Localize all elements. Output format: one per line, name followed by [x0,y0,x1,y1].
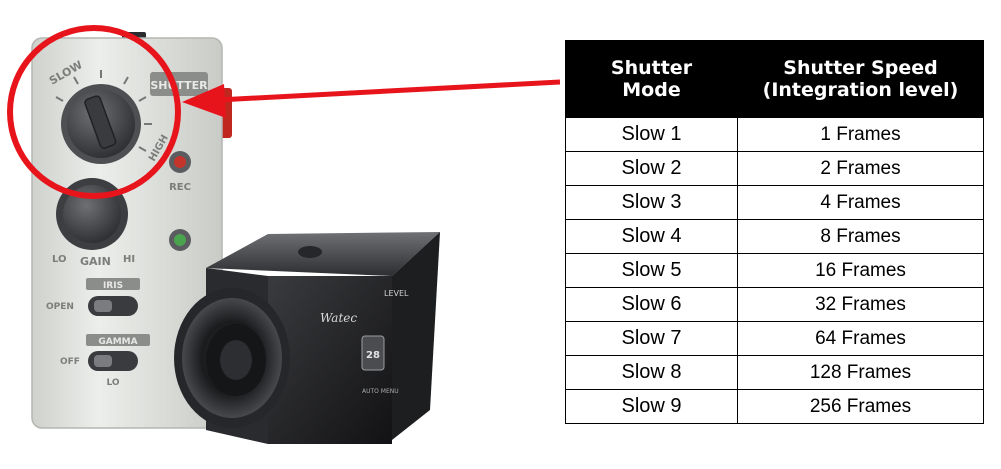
speed-cell: 128 Frames [737,355,984,390]
header-mode-line2: Mode [622,79,681,101]
speed-cell: 8 Frames [737,219,984,254]
speed-cell: 32 Frames [737,287,984,322]
badge-text: 28 [366,350,380,361]
iris-label: IRIS [103,281,123,291]
header-shutter-mode: Shutter Mode [565,40,738,118]
table-row: Slow 7 64 Frames [565,321,984,356]
shutter-label: SHUTTER [150,79,208,92]
table-row: Slow 6 32 Frames [565,287,984,322]
speed-cell: 256 Frames [737,389,984,424]
gain-label: GAIN [80,255,111,268]
table-row: Slow 34 Frames [565,185,984,220]
mode-cell: Slow 4 [565,219,738,254]
gamma-off-label: OFF [60,357,80,367]
table-row: Slow 5 16 Frames [565,253,984,288]
mode-cell: Slow 2 [565,151,738,186]
gain-hi-label: HI [123,254,135,265]
gamma-lo-label: LO [106,378,119,388]
speed-cell: 64 Frames [737,321,984,356]
table-row: Slow 8 128 Frames [565,355,984,390]
table-row: Slow 48 Frames [565,219,984,254]
header-speed-line1: Shutter Speed [783,57,938,79]
pointer-arrow [182,79,560,118]
gamma-label: GAMMA [98,337,137,347]
iris-open-label: OPEN [46,302,74,312]
lens [174,288,290,428]
header-mode-line1: Shutter [610,57,693,79]
cctv-camera: Watec LEVEL 28 AUTO MENU [174,232,440,444]
rec-label: REC [169,182,191,193]
mode-cell: Slow 6 [565,287,738,322]
mode-cell: Slow 1 [565,117,738,152]
header-shutter-speed: Shutter Speed (Integration level) [737,40,984,118]
table-header-row: Shutter Mode Shutter Speed (Integration … [565,40,984,118]
table-row: Slow 9 256 Frames [565,389,984,424]
shutter-speed-table: Shutter Mode Shutter Speed (Integration … [565,40,984,424]
shutter-mode-dial[interactable] [61,84,141,164]
table-row: Slow 11 Frames [565,117,984,152]
level-label: LEVEL [384,289,409,298]
mode-cell: Slow 7 [565,321,738,356]
speed-cell: 4 Frames [737,185,984,220]
speed-cell: 16 Frames [737,253,984,288]
mode-cell: Slow 5 [565,253,738,288]
gain-lo-label: LO [52,254,67,265]
mode-cell: Slow 8 [565,355,738,390]
header-speed-line2: (Integration level) [762,79,959,101]
camera-illustration: SHUTTER SLOW HIGH REC LO GAIN HI IRIS OP… [7,25,560,444]
camera-brand: Watec [320,311,357,325]
table-row: Slow 22 Frames [565,151,984,186]
auto-menu-label: AUTO MENU [362,388,399,395]
mode-cell: Slow 3 [565,185,738,220]
mode-cell: Slow 9 [565,389,738,424]
speed-cell: 1 Frames [737,117,984,152]
speed-cell: 2 Frames [737,151,984,186]
